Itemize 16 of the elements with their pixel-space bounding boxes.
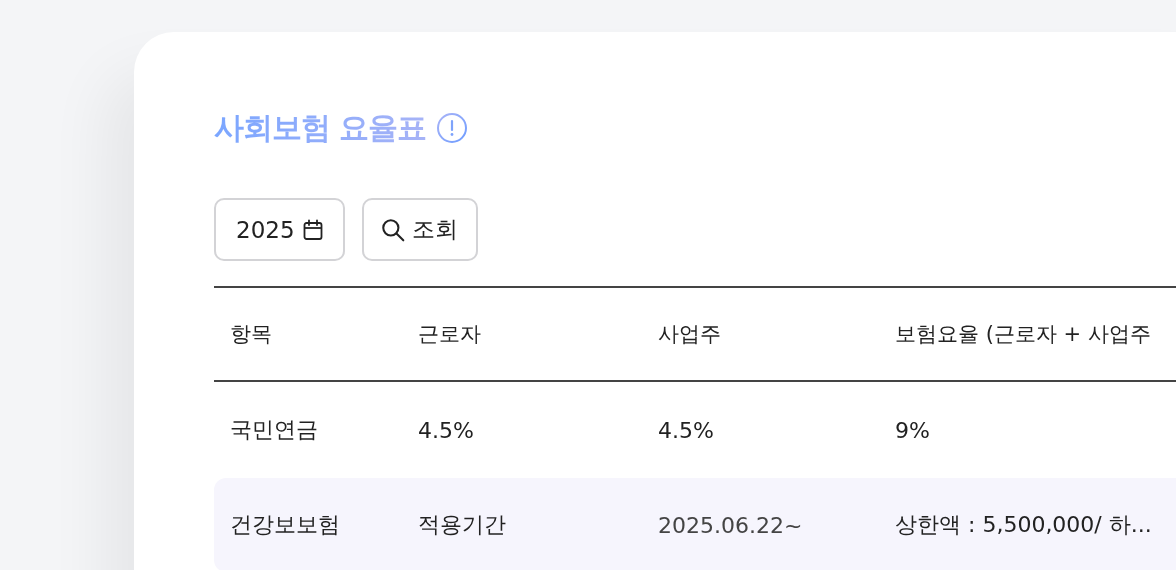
table-cell: 적용기간: [402, 478, 642, 570]
table-cell: 건강보보험: [214, 478, 402, 570]
column-header: 근로자: [402, 286, 642, 382]
search-button[interactable]: 조회: [361, 198, 478, 261]
column-header: 사업주: [642, 286, 879, 382]
table-cell: 상한액 : 5,500,000/ 하...: [879, 478, 1176, 570]
info-icon[interactable]: [436, 112, 469, 144]
table-cell-text: 9%: [894, 416, 931, 445]
year-picker-button[interactable]: 2025: [214, 198, 345, 261]
search-icon: [379, 216, 406, 243]
column-header: 항목: [214, 286, 402, 382]
table-cell-text: 4.5%: [657, 416, 715, 445]
table-cell: 2025.06.22~: [642, 478, 879, 570]
table-cell-text: 국민연금: [229, 416, 319, 444]
table-cell-text: 4.5%: [417, 416, 475, 445]
column-header: 보험요율 (근로자 + 사업주: [879, 286, 1176, 382]
